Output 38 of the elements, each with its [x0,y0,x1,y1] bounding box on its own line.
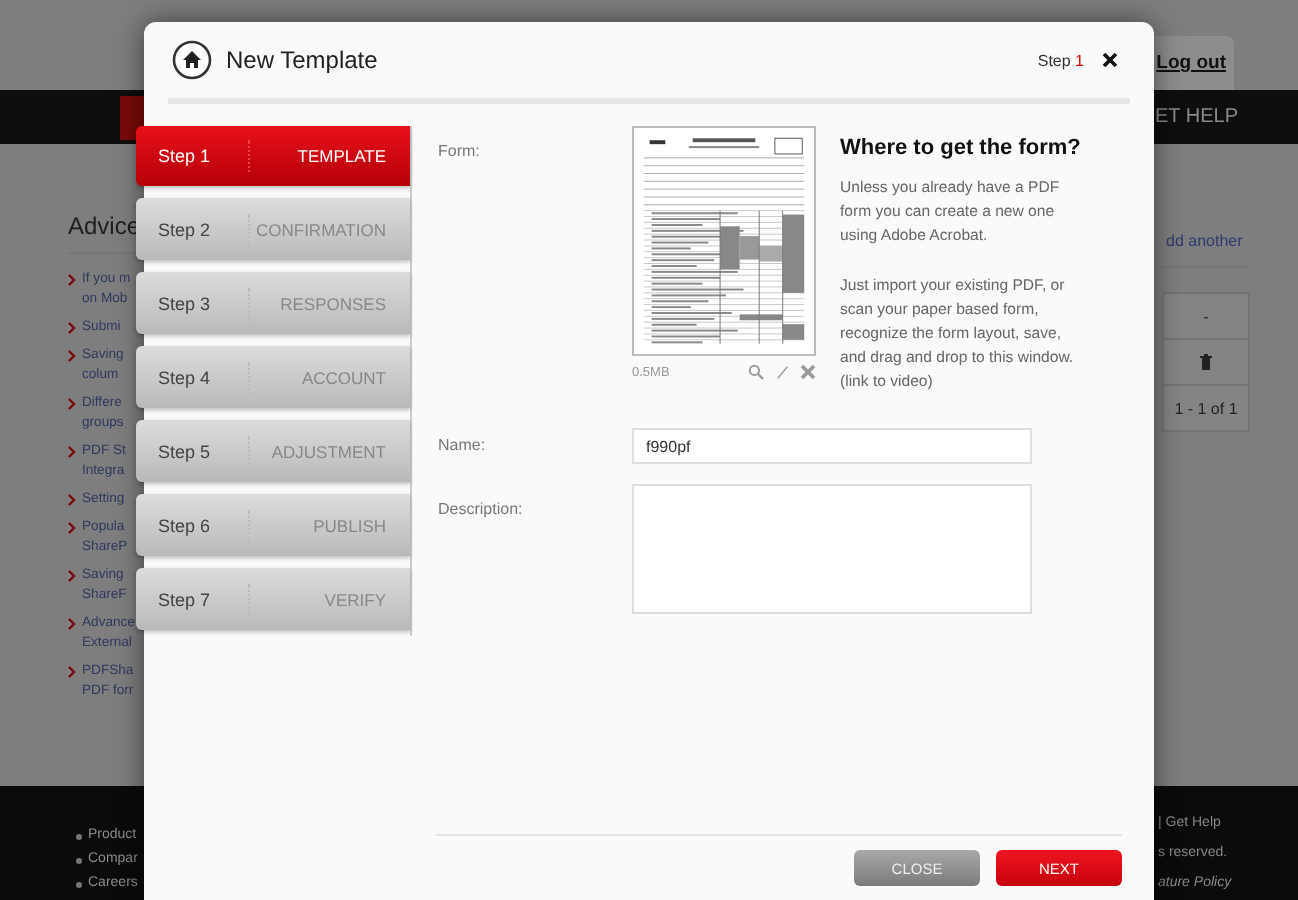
chevron-icon [68,446,76,458]
step-tab[interactable]: Step 5 ADJUSTMENT [136,420,410,482]
chevron-icon [68,274,76,286]
delete-icon[interactable] [800,364,816,380]
step-indicator: Step 1 [1037,51,1084,69]
description-field[interactable] [632,484,1032,614]
bullet-icon [76,882,82,888]
search-icon[interactable] [748,364,764,380]
close-icon[interactable] [1102,52,1118,68]
chevron-icon [68,666,76,678]
chevron-icon [68,494,76,506]
name-label: Name: [438,434,488,454]
dialog-title: New Template [226,46,378,74]
step-tab[interactable]: Step 2 CONFIRMATION [136,198,410,260]
chevron-icon [68,398,76,410]
pagination-text: 1 - 1 of 1 [1172,397,1240,421]
table-cell: - [1164,294,1248,340]
home-icon [172,40,212,80]
form-label: Form: [438,140,482,164]
description-label: Description: [438,498,525,518]
help-heading: Where to get the form? [840,136,1083,160]
step-tab[interactable]: Step 3 RESPONSES [136,272,410,334]
step-tab[interactable]: Step 1 TEMPLATE [136,126,410,186]
logo-mark [120,95,144,139]
step-tab[interactable]: Step 7 VERIFY [136,568,410,630]
chevron-icon [68,322,76,334]
chevron-icon [68,350,76,362]
step-tab[interactable]: Step 6 PUBLISH [136,494,410,556]
chevron-icon [68,570,76,582]
trash-icon[interactable] [1200,354,1212,370]
step-tab[interactable]: Step 4 ACCOUNT [136,346,410,408]
chevron-icon [68,522,76,534]
name-field[interactable]: f990pf [632,428,1032,464]
nav-link[interactable]: ET HELP [1155,106,1238,128]
bullet-icon [76,834,82,840]
chevron-icon [68,618,76,630]
bullet-icon [76,858,82,864]
pencil-icon[interactable] [774,364,790,380]
